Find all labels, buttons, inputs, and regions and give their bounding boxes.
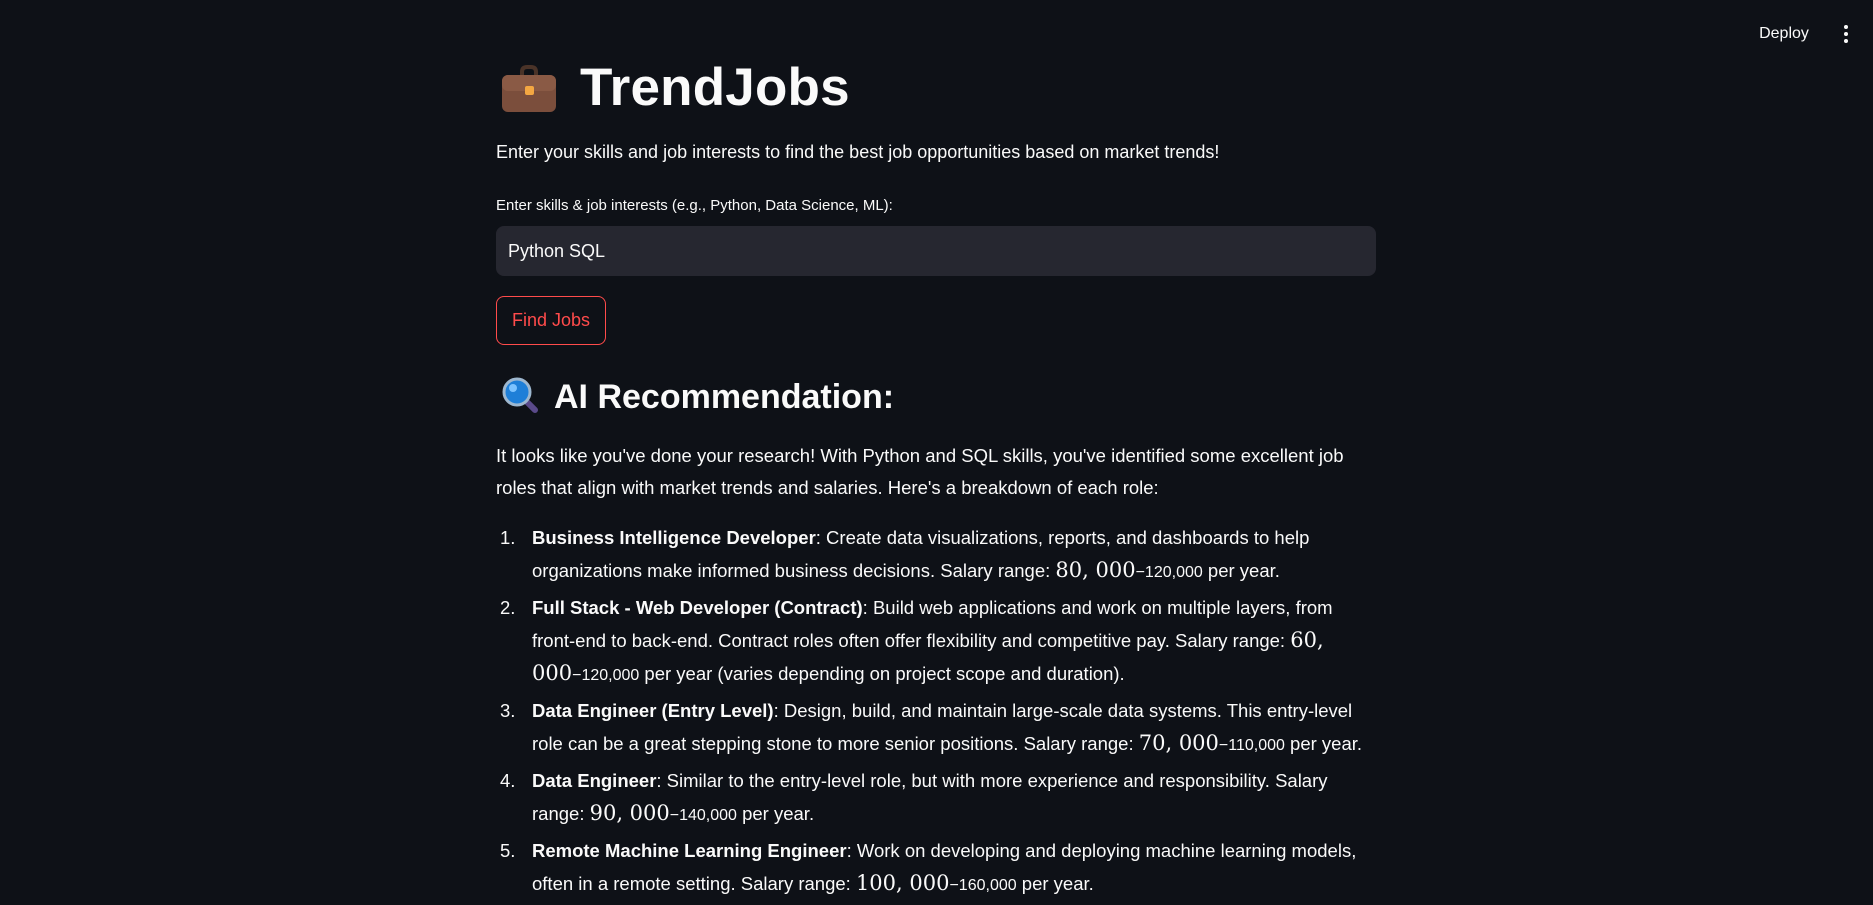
role-number: 1.	[500, 527, 516, 548]
menu-dot	[1844, 32, 1848, 36]
role-suffix: per year.	[1284, 733, 1363, 754]
recommendation-intro: It looks like you've done your research!…	[496, 445, 1344, 498]
deploy-button[interactable]: Deploy	[1748, 20, 1820, 48]
list-item: 3. Data Engineer (Entry Level): Design, b…	[496, 695, 1376, 762]
salary-high: −160,000	[949, 877, 1017, 894]
menu-dot	[1844, 25, 1848, 29]
app-title: TrendJobs	[580, 57, 850, 117]
salary-low: 70, 000	[1138, 731, 1219, 755]
role-number: 2.	[500, 597, 516, 618]
recommendation-title: AI Recommendation:	[554, 377, 895, 416]
magnifying-glass-icon	[500, 375, 540, 420]
role-suffix: per year.	[736, 803, 815, 824]
salary-low: 90, 000	[589, 801, 670, 825]
role-number: 3.	[500, 700, 516, 721]
app-subtitle: Enter your skills and job interests to f…	[496, 142, 1220, 162]
role-suffix: per year (varies depending on project sc…	[639, 663, 1125, 684]
list-item: 5. Remote Machine Learning Engineer: Work…	[496, 835, 1376, 902]
role-name: Data Engineer	[532, 770, 657, 791]
skills-input[interactable]	[496, 226, 1376, 276]
role-list: 1. Business Intelligence Developer: Creat…	[496, 522, 1376, 905]
page-title: TrendJobs	[500, 52, 850, 122]
salary-high: −120,000	[1135, 564, 1203, 581]
app-header: Deploy	[0, 0, 1873, 60]
role-name: Data Engineer (Entry Level)	[532, 700, 774, 721]
role-name: Full Stack - Web Developer (Contract)	[532, 597, 863, 618]
salary-high: −140,000	[669, 807, 737, 824]
role-number: 4.	[500, 770, 516, 791]
salary-low: 80, 000	[1055, 558, 1136, 582]
menu-dot	[1844, 39, 1848, 43]
salary-high: −120,000	[572, 667, 640, 684]
role-suffix: per year.	[1202, 560, 1280, 581]
role-name: Remote Machine Learning Engineer	[532, 840, 847, 861]
list-item: 4. Data Engineer: Similar to the entry-le…	[496, 765, 1376, 832]
recommendation-heading: AI Recommendation:	[500, 373, 894, 421]
more-vertical-icon[interactable]	[1834, 20, 1858, 48]
role-name: Business Intelligence Developer	[532, 527, 816, 548]
find-jobs-button[interactable]: Find Jobs	[496, 296, 607, 345]
role-suffix: per year.	[1016, 873, 1094, 894]
list-item: 2. Full Stack - Web Developer (Contract):…	[496, 592, 1376, 692]
salary-high: −110,000	[1218, 737, 1285, 754]
list-item: 1. Business Intelligence Developer: Creat…	[496, 522, 1376, 589]
briefcase-icon	[500, 60, 558, 114]
skills-input-label: Enter skills & job interests (e.g., Pyth…	[496, 197, 893, 214]
role-number: 5.	[500, 840, 516, 861]
salary-low: 100, 000	[855, 871, 950, 895]
